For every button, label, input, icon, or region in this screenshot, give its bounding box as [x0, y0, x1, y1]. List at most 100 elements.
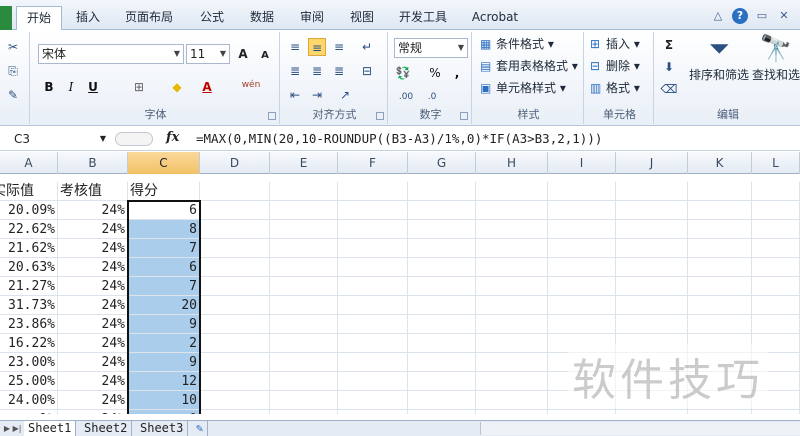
cell-target[interactable]: 24%: [58, 315, 128, 334]
cell-target[interactable]: 24%: [58, 391, 128, 410]
empty-cell[interactable]: [548, 315, 616, 334]
empty-cell[interactable]: [408, 372, 476, 391]
align-right-icon[interactable]: ≣: [330, 62, 348, 80]
empty-cell[interactable]: [616, 182, 688, 201]
column-header-f[interactable]: F: [338, 152, 408, 174]
empty-cell[interactable]: [338, 410, 408, 414]
dialog-launcher-icon[interactable]: [376, 112, 384, 120]
empty-cell[interactable]: [270, 334, 338, 353]
empty-cell[interactable]: [688, 315, 752, 334]
orientation-icon[interactable]: ↗: [336, 86, 354, 104]
cut-icon[interactable]: ✂: [4, 38, 22, 56]
empty-cell[interactable]: [408, 239, 476, 258]
empty-cell[interactable]: [200, 296, 270, 315]
empty-cell[interactable]: [548, 220, 616, 239]
empty-cell[interactable]: [200, 315, 270, 334]
empty-cell[interactable]: [408, 201, 476, 220]
column-header-c[interactable]: C: [128, 152, 200, 174]
empty-cell[interactable]: [752, 296, 800, 315]
empty-cell[interactable]: [548, 277, 616, 296]
cell-header-actual[interactable]: 实际值: [0, 182, 58, 201]
empty-cell[interactable]: [752, 410, 800, 414]
fill-color-icon[interactable]: ◆: [168, 78, 186, 96]
align-center-icon[interactable]: ≣: [308, 62, 326, 80]
column-header-d[interactable]: D: [200, 152, 270, 174]
insert-sheet-icon[interactable]: ✎: [192, 421, 209, 436]
cell-target[interactable]: 24%: [58, 334, 128, 353]
cell-actual[interactable]: 25.00%: [0, 372, 58, 391]
empty-cell[interactable]: [338, 315, 408, 334]
empty-cell[interactable]: [338, 372, 408, 391]
empty-cell[interactable]: [616, 239, 688, 258]
cell-score[interactable]: 10: [128, 391, 200, 410]
increase-indent-icon[interactable]: ⇥: [308, 86, 326, 104]
empty-cell[interactable]: [200, 391, 270, 410]
empty-cell[interactable]: [408, 391, 476, 410]
empty-cell[interactable]: [338, 220, 408, 239]
phonetic-guide-icon[interactable]: wén: [236, 76, 266, 94]
cell-score[interactable]: 9: [128, 353, 200, 372]
empty-cell[interactable]: [200, 353, 270, 372]
empty-cell[interactable]: [200, 277, 270, 296]
empty-cell[interactable]: [688, 239, 752, 258]
cell-score[interactable]: 9: [128, 315, 200, 334]
empty-cell[interactable]: [688, 182, 752, 201]
empty-cell[interactable]: [548, 201, 616, 220]
autosum-button[interactable]: Σ: [660, 36, 678, 54]
empty-cell[interactable]: [476, 220, 548, 239]
empty-cell[interactable]: [200, 239, 270, 258]
empty-cell[interactable]: [270, 239, 338, 258]
empty-cell[interactable]: [476, 391, 548, 410]
empty-cell[interactable]: [752, 277, 800, 296]
column-header-j[interactable]: J: [616, 152, 688, 174]
cell-score[interactable]: 7: [128, 239, 200, 258]
cell-styles-button[interactable]: ▣ 单元格样式 ▾: [480, 78, 566, 98]
cell-actual[interactable]: 20.09%: [0, 201, 58, 220]
empty-cell[interactable]: [476, 315, 548, 334]
horizontal-scrollbar[interactable]: [480, 422, 800, 435]
empty-cell[interactable]: [752, 201, 800, 220]
minimize-ribbon-icon[interactable]: △: [710, 8, 726, 24]
sort-filter-button[interactable]: ⏷ 排序和筛选: [686, 32, 752, 83]
help-icon[interactable]: ?: [732, 8, 748, 24]
empty-cell[interactable]: [548, 182, 616, 201]
empty-cell[interactable]: [616, 315, 688, 334]
empty-cell[interactable]: [752, 220, 800, 239]
decrease-indent-icon[interactable]: ⇤: [286, 86, 304, 104]
tab-review[interactable]: 审阅: [290, 6, 334, 30]
empty-cell[interactable]: [408, 220, 476, 239]
empty-cell[interactable]: [270, 258, 338, 277]
copy-icon[interactable]: ⎘: [4, 62, 22, 80]
empty-cell[interactable]: [200, 410, 270, 414]
decrease-decimal-icon[interactable]: .0: [420, 88, 444, 106]
empty-cell[interactable]: [408, 277, 476, 296]
empty-cell[interactable]: [200, 220, 270, 239]
name-box[interactable]: C3 ▼: [4, 130, 108, 148]
dialog-launcher-icon[interactable]: [268, 112, 276, 120]
tab-developer[interactable]: 开发工具: [390, 6, 456, 30]
empty-cell[interactable]: [752, 239, 800, 258]
cell-target[interactable]: 24%: [58, 296, 128, 315]
empty-cell[interactable]: [616, 410, 688, 414]
empty-cell[interactable]: [338, 296, 408, 315]
empty-cell[interactable]: [688, 201, 752, 220]
shrink-font-icon[interactable]: A: [256, 47, 274, 65]
empty-cell[interactable]: [752, 182, 800, 201]
empty-cell[interactable]: [338, 277, 408, 296]
comma-button[interactable]: ,: [448, 64, 466, 82]
sheet-nav-next-icon[interactable]: ▶: [2, 422, 12, 435]
empty-cell[interactable]: [548, 296, 616, 315]
file-tab[interactable]: [0, 6, 12, 30]
tab-formulas[interactable]: 公式: [190, 6, 234, 30]
empty-cell[interactable]: [408, 353, 476, 372]
cell-score[interactable]: 8: [128, 220, 200, 239]
clear-icon[interactable]: ⌫: [660, 80, 678, 98]
cell-actual[interactable]: 1%: [0, 410, 58, 414]
cell-actual[interactable]: 21.62%: [0, 239, 58, 258]
column-header-g[interactable]: G: [408, 152, 476, 174]
empty-cell[interactable]: [688, 220, 752, 239]
empty-cell[interactable]: [200, 182, 270, 201]
cell-score[interactable]: 0: [128, 410, 200, 414]
tab-data[interactable]: 数据: [240, 6, 284, 30]
align-top-icon[interactable]: ≡: [286, 38, 304, 56]
